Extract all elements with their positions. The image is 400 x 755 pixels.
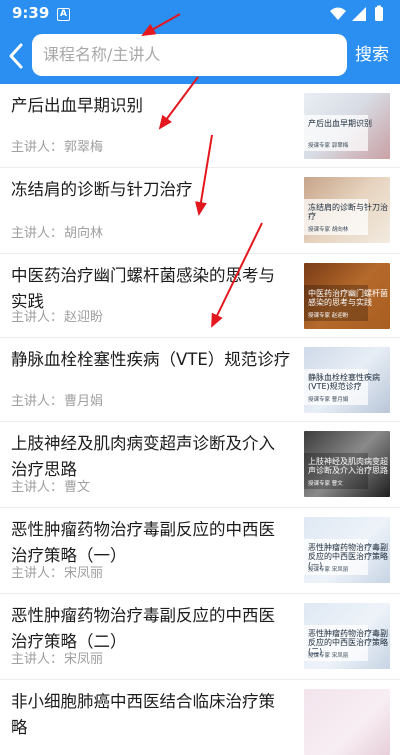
course-list: 产后出血早期识别 主讲人：郭翠梅 产后出血早期识别 授课专家 郭翠梅 冻结肩的诊… [0,84,400,755]
back-arrow-icon[interactable] [6,42,28,70]
wifi-icon [330,7,346,20]
course-thumbnail[interactable]: 静脉血栓栓塞性疾病(VTE)规范诊疗 授课专家 曹月娟 [304,347,390,413]
course-thumbnail[interactable]: 冻结肩的诊断与针刀治疗 授课专家 胡向林 [304,177,390,243]
course-item[interactable]: 非小细胞肺癌中西医结合临床治疗策略 [0,680,400,755]
course-thumbnail[interactable] [304,689,390,755]
thumbnail-speaker: 授课专家 胡向林 [308,227,349,233]
status-icons [328,5,390,27]
course-thumbnail[interactable]: 中医药治疗幽门螺杆菌感染的思考与实践 授课专家 赵迎盼 [304,263,390,329]
thumbnail-speaker: 授课专家 郭翠梅 [308,143,349,149]
status-time: 9:39 [12,4,50,22]
speaker-name: 宋凤丽 [64,652,104,667]
course-title: 非小细胞肺癌中西医结合临床治疗策略 [11,692,275,737]
speaker-name: 胡向林 [64,226,104,241]
speaker-name: 宋凤丽 [64,566,104,581]
speaker-name: 郭翠梅 [64,140,104,155]
course-speaker: 主讲人：赵迎盼 [11,306,103,325]
speaker-label: 主讲人： [11,566,64,581]
thumbnail-title: 产后出血早期识别 [308,119,372,128]
speaker-label: 主讲人： [11,226,64,241]
course-item[interactable]: 冻结肩的诊断与针刀治疗 主讲人：胡向林 冻结肩的诊断与针刀治疗 授课专家 胡向林 [0,168,400,254]
course-item[interactable]: 产后出血早期识别 主讲人：郭翠梅 产后出血早期识别 授课专家 郭翠梅 [0,84,400,168]
course-speaker: 主讲人：胡向林 [11,222,103,241]
speaker-name: 曹文 [64,480,91,495]
speaker-label: 主讲人： [11,310,64,325]
course-speaker: 主讲人：曹文 [11,476,90,495]
course-thumbnail[interactable]: 恶性肿瘤药物治疗毒副反应的中西医治疗策略(二) 授课专家 宋凤丽 [304,603,390,669]
speaker-label: 主讲人： [11,480,64,495]
course-speaker: 主讲人：曹月娟 [11,390,103,409]
course-thumbnail[interactable]: 产后出血早期识别 授课专家 郭翠梅 [304,93,390,159]
speaker-label: 主讲人： [11,140,64,155]
thumbnail-title: 上肢神经及肌肉病变超声诊断及介入治疗思路 [308,457,388,475]
thumbnail-speaker: 授课专家 曹月娟 [308,397,349,403]
course-speaker: 主讲人：宋凤丽 [11,648,103,667]
course-item[interactable]: 恶性肿瘤药物治疗毒副反应的中西医治疗策略（二） 主讲人：宋凤丽 恶性肿瘤药物治疗… [0,594,400,680]
speaker-name: 赵迎盼 [64,310,104,325]
speaker-label: 主讲人： [11,394,64,409]
search-placeholder: 课程名称/主讲人 [43,45,161,64]
thumbnail-title: 中医药治疗幽门螺杆菌感染的思考与实践 [308,289,388,307]
thumbnail-speaker: 授课专家 宋凤丽 [308,567,349,573]
signal-icon [352,7,366,21]
search-button[interactable]: 搜索 [355,44,389,66]
thumbnail-title: 冻结肩的诊断与针刀治疗 [308,203,388,221]
course-item[interactable]: 上肢神经及肌肉病变超声诊断及介入治疗思路 主讲人：曹文 上肢神经及肌肉病变超声诊… [0,422,400,508]
course-item[interactable]: 静脉血栓栓塞性疾病（VTE）规范诊疗 主讲人：曹月娟 静脉血栓栓塞性疾病(VTE… [0,338,400,422]
course-title: 静脉血栓栓塞性疾病（VTE）规范诊疗 [11,350,291,369]
thumbnail-speaker: 授课专家 宋凤丽 [308,653,349,659]
status-bar: 9:39 A [0,0,400,28]
search-input[interactable]: 课程名称/主讲人 [32,34,347,76]
course-title: 产后出血早期识别 [11,96,143,115]
course-thumbnail[interactable]: 上肢神经及肌肉病变超声诊断及介入治疗思路 授课专家 曹文 [304,431,390,497]
thumbnail-speaker: 授课专家 曹文 [308,481,343,487]
course-title: 冻结肩的诊断与针刀治疗 [11,180,193,199]
app-notification-icon: A [57,8,70,21]
course-thumbnail[interactable]: 恶性肿瘤药物治疗毒副反应的中西医治疗策略(一) 授课专家 宋凤丽 [304,517,390,583]
battery-icon [375,7,383,21]
speaker-name: 曹月娟 [64,394,104,409]
search-header: 课程名称/主讲人 搜索 [0,28,400,84]
course-speaker: 主讲人：郭翠梅 [11,136,103,155]
speaker-label: 主讲人： [11,652,64,667]
course-item[interactable]: 恶性肿瘤药物治疗毒副反应的中西医治疗策略（一） 主讲人：宋凤丽 恶性肿瘤药物治疗… [0,508,400,594]
thumbnail-title: 静脉血栓栓塞性疾病(VTE)规范诊疗 [308,373,380,391]
thumbnail-speaker: 授课专家 赵迎盼 [308,313,349,319]
course-speaker: 主讲人：宋凤丽 [11,562,103,581]
course-item[interactable]: 中医药治疗幽门螺杆菌感染的思考与实践 主讲人：赵迎盼 中医药治疗幽门螺杆菌感染的… [0,254,400,338]
